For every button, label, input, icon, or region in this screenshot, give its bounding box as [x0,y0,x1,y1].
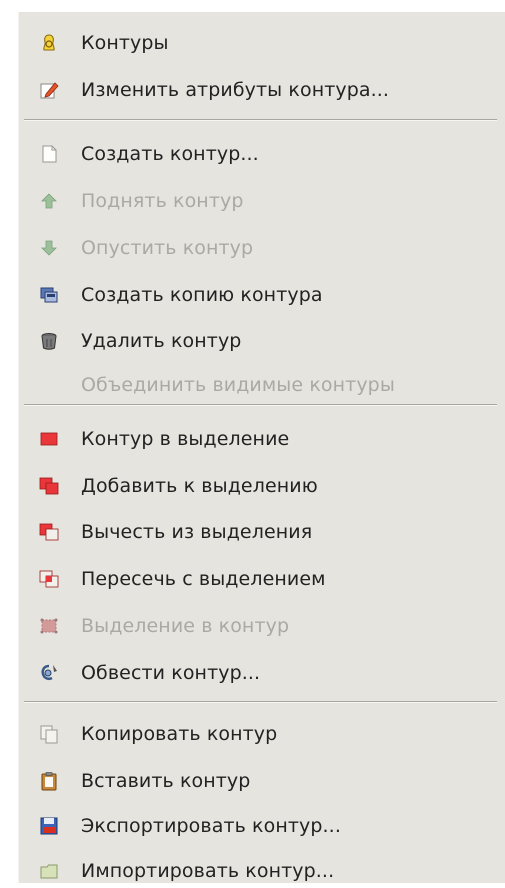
menu-item-duplicate-path[interactable]: Создать копию контура [19,278,505,312]
trash-icon [39,331,59,351]
lower-arrow-icon [39,238,59,258]
menu-item-label: Создать копию контура [81,284,323,306]
selection-to-path-icon [39,616,59,636]
menu-item-export-path[interactable]: Экспортировать контур... [19,809,505,843]
menu-item-label: Пересечь с выделением [81,568,326,590]
paths-icon [39,33,59,53]
menu-separator [24,701,497,703]
menu-item-merge-visible-paths[interactable]: Объединить видимые контуры [19,368,505,402]
export-path-icon [39,816,59,836]
menu-item-subtract-from-selection[interactable]: Вычесть из выделения [19,515,505,549]
menu-item-add-to-selection[interactable]: Добавить к выделению [19,469,505,503]
new-path-icon [39,144,59,164]
subtract-from-selection-icon [39,522,59,542]
raise-arrow-icon [39,191,59,211]
menu-item-selection-to-path[interactable]: Выделение в контур [19,609,505,643]
menu-item-label: Удалить контур [81,330,242,352]
menu-item-delete-path[interactable]: Удалить контур [19,324,505,358]
path-to-selection-icon [39,429,59,449]
path-context-menu: Контуры Изменить атрибуты контура... Соз… [18,12,505,883]
menu-item-edit-path-attributes[interactable]: Изменить атрибуты контура... [19,73,505,107]
menu-item-label: Контур в выделение [81,428,290,450]
menu-item-paths[interactable]: Контуры [19,26,505,60]
copy-path-icon [39,724,59,744]
menu-item-label: Поднять контур [81,190,244,212]
import-path-icon [39,861,59,881]
menu-item-raise-path[interactable]: Поднять контур [19,184,505,218]
menu-separator [24,404,497,406]
edit-attributes-icon [39,80,59,100]
menu-item-label: Копировать контур [81,723,278,745]
menu-item-path-to-selection[interactable]: Контур в выделение [19,422,505,456]
menu-item-lower-path[interactable]: Опустить контур [19,231,505,265]
paste-path-icon [39,771,59,791]
menu-item-stroke-path[interactable]: Обвести контур... [19,656,505,690]
menu-item-label: Опустить контур [81,237,254,259]
menu-item-copy-path[interactable]: Копировать контур [19,717,505,751]
menu-item-label: Экспортировать контур... [81,815,341,837]
menu-item-label: Объединить видимые контуры [81,374,395,396]
menu-item-label: Контуры [81,32,169,54]
menu-item-label: Обвести контур... [81,662,261,684]
menu-item-label: Вставить контур [81,770,251,792]
menu-item-label: Создать контур... [81,143,259,165]
menu-item-new-path[interactable]: Создать контур... [19,137,505,171]
menu-separator [24,119,497,121]
menu-item-label: Выделение в контур [81,615,290,637]
menu-item-intersect-selection[interactable]: Пересечь с выделением [19,562,505,596]
stroke-path-icon [39,663,59,683]
duplicate-path-icon [39,285,59,305]
menu-item-paste-path[interactable]: Вставить контур [19,764,505,798]
menu-item-label: Добавить к выделению [81,475,318,497]
menu-item-label: Вычесть из выделения [81,521,313,543]
add-to-selection-icon [39,476,59,496]
menu-item-label: Импортировать контур... [81,860,335,882]
menu-item-label: Изменить атрибуты контура... [81,79,390,101]
intersect-selection-icon [39,569,59,589]
